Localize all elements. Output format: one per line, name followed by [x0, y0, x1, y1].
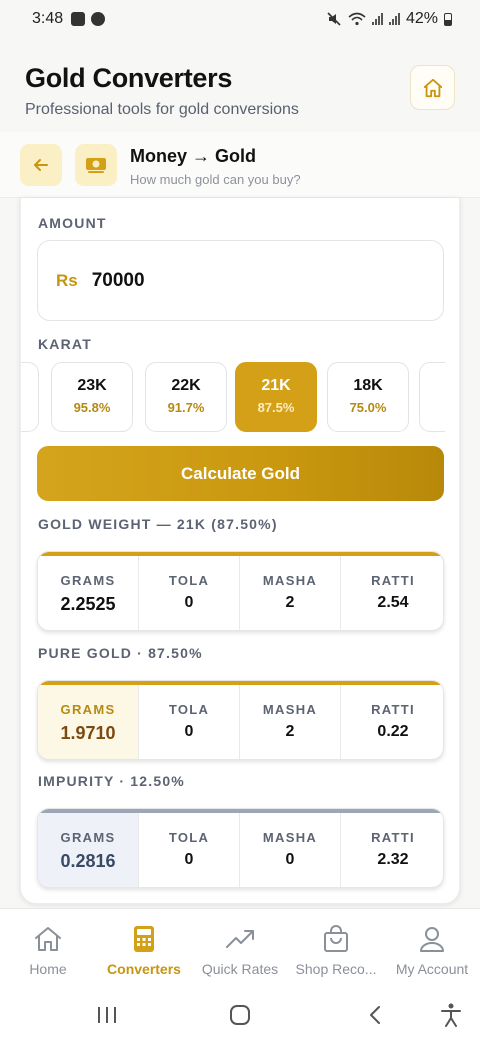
impurity-result: GRAMS 0.2816 TOLA 0 MASHA 0 RATTI 2.32: [37, 808, 444, 888]
home-icon: [35, 927, 61, 951]
pure-gold-result: GRAMS 1.9710 TOLA 0 MASHA 2 RATTI 0.22: [37, 680, 444, 760]
nav-home[interactable]: Home: [0, 909, 96, 989]
battery-icon: [444, 12, 452, 26]
nav-quick-rates-label: Quick Rates: [201, 961, 279, 977]
gold-weight-result: GRAMS 2.2525 TOLA 0 MASHA 2 RATTI 2.54: [37, 551, 444, 631]
karat-chip-21k[interactable]: 21K 87.5%: [235, 362, 317, 432]
nav-home-label: Home: [29, 961, 67, 977]
impurity-grams: GRAMS 0.2816: [38, 813, 139, 887]
accessibility-button[interactable]: [436, 1000, 466, 1030]
accessibility-icon: [441, 1003, 461, 1027]
signal-icon: [371, 13, 383, 25]
gold-weight-ratti: RATTI 2.54: [371, 573, 415, 611]
amount-label: AMOUNT: [38, 215, 107, 231]
home-system-button[interactable]: [225, 1000, 255, 1030]
calculate-gold-button[interactable]: Calculate Gold: [37, 446, 444, 501]
karat-chip-18k[interactable]: 18K 75.0%: [327, 362, 409, 432]
karat-selector[interactable]: 23K 95.8% 22K 91.7% 21K 87.5% 18K 75.0%: [21, 362, 445, 434]
amount-value[interactable]: 70000: [92, 270, 145, 292]
calculator-icon: [134, 926, 154, 952]
nav-quick-rates[interactable]: Quick Rates: [192, 909, 288, 989]
nav-shop-label: Shop Reco...: [295, 961, 377, 977]
converter-card: AMOUNT Rs 70000 KARAT 23K 95.8% 22K 91.7…: [20, 198, 460, 904]
nav-shop[interactable]: Shop Reco...: [288, 909, 384, 989]
home-circle-icon: [230, 1005, 250, 1025]
nav-converters-label: Converters: [107, 961, 181, 977]
currency-prefix: Rs: [56, 270, 78, 290]
trending-up-icon: [226, 930, 254, 948]
page-subtitle: Professional tools for gold conversions: [25, 101, 299, 118]
impurity-masha: MASHA 0: [240, 813, 341, 887]
nav-account-label: My Account: [395, 961, 469, 977]
karat-chip-next[interactable]: [419, 362, 445, 432]
battery-percent: 42%: [405, 10, 438, 27]
user-icon: [420, 927, 444, 952]
impurity-label: IMPURITY · 12.50%: [38, 773, 185, 789]
gold-weight-grams: GRAMS 2.2525: [38, 556, 139, 630]
wifi-icon: [348, 12, 366, 26]
pure-gold-ratti: RATTI 0.22: [371, 702, 415, 740]
pure-gold-masha: MASHA 2: [240, 685, 341, 759]
bottom-navigation: Home Converters Quick Rates Shop Reco...…: [0, 908, 480, 988]
app-header: Gold Converters Professional tools for g…: [0, 38, 480, 132]
home-icon: [423, 78, 442, 97]
impurity-ratti: RATTI 2.32: [371, 830, 415, 868]
app-notification-icon: [91, 12, 106, 26]
gold-weight-label: GOLD WEIGHT — 21K (87.50%): [38, 516, 278, 532]
impurity-tola: TOLA 0: [139, 813, 240, 887]
converter-header: Money → Gold How much gold can you buy?: [0, 132, 480, 198]
karat-chip-22k[interactable]: 22K 91.7%: [145, 362, 227, 432]
status-bar: 3:48 42%: [0, 0, 480, 38]
gallery-notification-icon: [71, 12, 86, 26]
system-navigation: [0, 988, 480, 1041]
arrow-left-icon: [34, 159, 48, 171]
status-time: 3:48: [32, 10, 64, 27]
karat-chip-23k[interactable]: 23K 95.8%: [51, 362, 133, 432]
signal-icon-2: [388, 13, 400, 25]
pure-gold-tola: TOLA 0: [139, 685, 240, 759]
nav-converters[interactable]: Converters: [96, 909, 192, 989]
gold-weight-tola: TOLA 0: [139, 556, 240, 630]
karat-chip-24k[interactable]: [21, 362, 39, 432]
mute-icon: [327, 12, 341, 26]
back-button[interactable]: [20, 144, 62, 186]
back-system-button[interactable]: [360, 1000, 390, 1030]
nav-account[interactable]: My Account: [384, 909, 480, 989]
shopping-bag-icon: [324, 925, 348, 952]
gold-weight-masha: MASHA 2: [240, 556, 341, 630]
recents-button[interactable]: [92, 1000, 122, 1030]
converter-hint: How much gold can you buy?: [130, 172, 301, 187]
pure-gold-grams: GRAMS 1.9710: [38, 685, 139, 759]
pure-gold-label: PURE GOLD · 87.50%: [38, 645, 203, 661]
money-icon: [86, 158, 106, 173]
money-badge: [75, 144, 117, 186]
karat-label: KARAT: [38, 336, 92, 352]
home-button[interactable]: [410, 65, 455, 110]
converter-title: Money → Gold: [130, 146, 256, 166]
chevron-left-icon: [370, 1006, 380, 1024]
page-title: Gold Converters: [25, 63, 233, 93]
amount-input[interactable]: Rs 70000: [37, 240, 444, 321]
recents-icon: [98, 1007, 116, 1023]
